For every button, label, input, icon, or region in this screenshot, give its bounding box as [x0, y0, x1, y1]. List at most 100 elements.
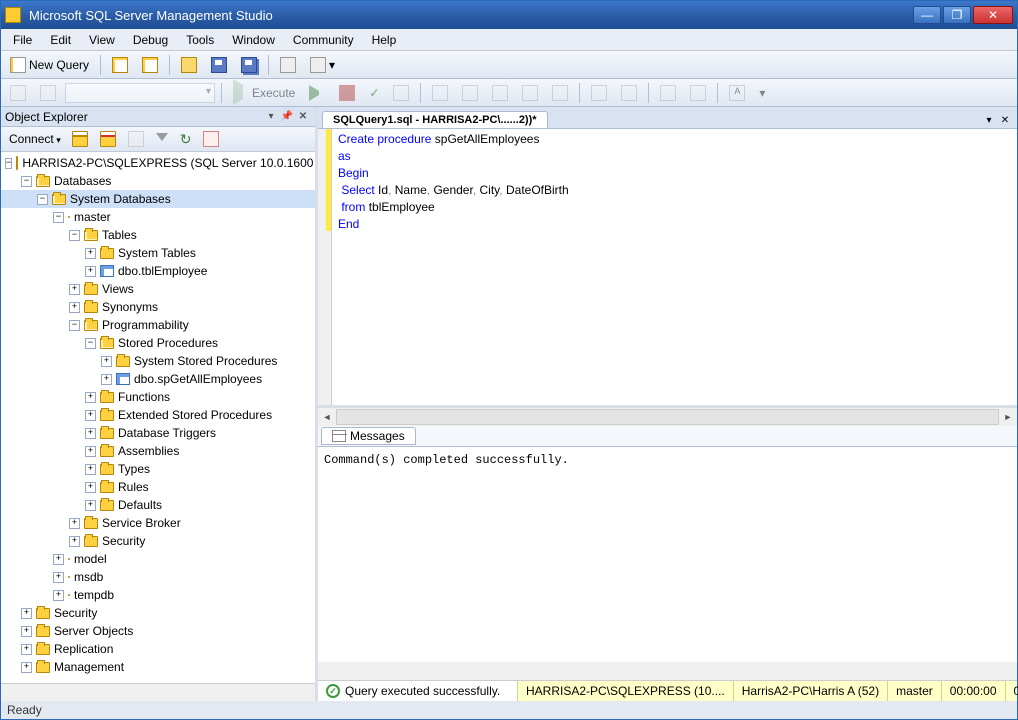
comment-button[interactable] [586, 82, 612, 104]
tree-db-triggers-node[interactable]: +Database Triggers [1, 424, 315, 442]
minimize-button[interactable]: — [913, 6, 941, 24]
tab-close-button[interactable]: ✕ [997, 112, 1013, 128]
connect-button[interactable]: Connect [5, 130, 65, 148]
tree-server-node[interactable]: −HARRISA2-PC\SQLEXPRESS (SQL Server 10.0… [1, 154, 315, 172]
stop-button[interactable] [334, 82, 360, 104]
disconnect-button[interactable] [35, 82, 61, 104]
open-file-button[interactable] [176, 54, 202, 76]
client-stats-button[interactable] [457, 82, 483, 104]
tree-system-databases-node[interactable]: −System Databases [1, 190, 315, 208]
specify-template-button[interactable]: A [724, 82, 750, 104]
tree-rules-node[interactable]: +Rules [1, 478, 315, 496]
change-connection-button[interactable] [5, 82, 31, 104]
save-button[interactable] [206, 54, 232, 76]
database-icon [68, 576, 70, 578]
menu-file[interactable]: File [5, 31, 40, 49]
activity-monitor-button[interactable] [275, 54, 301, 76]
menu-view[interactable]: View [81, 31, 123, 49]
exec-status-text: Query executed successfully. [345, 684, 500, 698]
oe-disconnect-button[interactable] [95, 128, 121, 150]
uncomment-button[interactable] [616, 82, 642, 104]
tree-tempdb-node[interactable]: +tempdb [1, 586, 315, 604]
tree-server-objects-node[interactable]: +Server Objects [1, 622, 315, 640]
tree-types-node[interactable]: +Types [1, 460, 315, 478]
results-text-button[interactable] [487, 82, 513, 104]
registered-servers-button[interactable]: ▾ [305, 54, 340, 76]
oe-stop-button[interactable] [123, 128, 149, 150]
query-status-bar: ✓ Query executed successfully. HARRISA2-… [318, 680, 1017, 701]
tree-defaults-node[interactable]: +Defaults [1, 496, 315, 514]
save-all-button[interactable] [236, 54, 262, 76]
editor-horizontal-scrollbar[interactable]: ◄► [318, 408, 1017, 426]
tree-label: Security [54, 606, 97, 620]
editor-tab[interactable]: SQLQuery1.sql - HARRISA2-PC\......2))* [322, 111, 548, 128]
menu-community[interactable]: Community [285, 31, 362, 49]
tree-msdb-node[interactable]: +msdb [1, 568, 315, 586]
new-project-list-button[interactable] [137, 54, 163, 76]
tree-service-broker-node[interactable]: +Service Broker [1, 514, 315, 532]
toolbar-options-button[interactable]: ▾ [754, 82, 770, 104]
execute-button[interactable]: Execute [228, 82, 300, 104]
messages-scrollbar[interactable] [318, 662, 1017, 680]
object-explorer-tree[interactable]: −HARRISA2-PC\SQLEXPRESS (SQL Server 10.0… [1, 152, 315, 683]
folder-icon [36, 644, 50, 655]
tree-assemblies-node[interactable]: +Assemblies [1, 442, 315, 460]
messages-tab[interactable]: Messages [321, 427, 416, 445]
tree-model-node[interactable]: +model [1, 550, 315, 568]
panel-dropdown-button[interactable]: ▾ [263, 109, 279, 125]
code-editor[interactable]: Create procedure spGetAllEmployees as Be… [318, 129, 1017, 408]
oe-horizontal-scrollbar[interactable] [1, 683, 315, 701]
success-icon: ✓ [326, 684, 340, 698]
maximize-button[interactable]: ❐ [943, 6, 971, 24]
tree-replication-node[interactable]: +Replication [1, 640, 315, 658]
oe-script-button[interactable] [198, 128, 224, 150]
menu-window[interactable]: Window [224, 31, 283, 49]
tree-spgetall-node[interactable]: +dbo.spGetAllEmployees [1, 370, 315, 388]
tree-synonyms-node[interactable]: +Synonyms [1, 298, 315, 316]
panel-pin-button[interactable]: 📌 [279, 109, 295, 125]
tree-master-node[interactable]: −master [1, 208, 315, 226]
outdent-button[interactable] [655, 82, 681, 104]
messages-body[interactable]: Command(s) completed successfully. [318, 447, 1017, 662]
tree-tblemployee-node[interactable]: +dbo.tblEmployee [1, 262, 315, 280]
parse-button[interactable]: ✓ [364, 82, 384, 104]
tree-label: Database Triggers [118, 426, 216, 440]
tree-databases-node[interactable]: −Databases [1, 172, 315, 190]
new-query-button[interactable]: New Query [5, 54, 94, 76]
menu-help[interactable]: Help [364, 31, 405, 49]
oe-connect-icon-button[interactable] [67, 128, 93, 150]
menu-tools[interactable]: Tools [178, 31, 222, 49]
new-project-button[interactable] [107, 54, 133, 76]
query-status-server: HARRISA2-PC\SQLEXPRESS (10.... [518, 681, 734, 701]
panel-close-button[interactable]: ✕ [295, 109, 311, 125]
results-grid-button[interactable] [517, 82, 543, 104]
menu-debug[interactable]: Debug [125, 31, 176, 49]
tab-list-button[interactable]: ▾ [981, 112, 997, 128]
database-icon [68, 558, 70, 560]
tree-sys-stored-procs-node[interactable]: +System Stored Procedures [1, 352, 315, 370]
tree-ext-procs-node[interactable]: +Extended Stored Procedures [1, 406, 315, 424]
include-plan-button[interactable] [427, 82, 453, 104]
tree-functions-node[interactable]: +Functions [1, 388, 315, 406]
close-button[interactable]: ✕ [973, 6, 1013, 24]
tree-management-node[interactable]: +Management [1, 658, 315, 676]
tree-stored-procedures-node[interactable]: −Stored Procedures [1, 334, 315, 352]
display-plan-button[interactable] [388, 82, 414, 104]
object-explorer-title: Object Explorer [5, 110, 88, 124]
tree-security-db-node[interactable]: +Security [1, 532, 315, 550]
debug-button[interactable] [304, 82, 330, 104]
tree-views-node[interactable]: +Views [1, 280, 315, 298]
plan-icon [393, 85, 409, 101]
oe-refresh-button[interactable]: ↻ [175, 128, 197, 150]
tree-system-tables-node[interactable]: +System Tables [1, 244, 315, 262]
oe-filter-button[interactable] [151, 128, 173, 150]
database-selector[interactable] [65, 83, 215, 103]
tree-programmability-node[interactable]: −Programmability [1, 316, 315, 334]
results-file-button[interactable] [547, 82, 573, 104]
menu-edit[interactable]: Edit [42, 31, 79, 49]
indent-button[interactable] [685, 82, 711, 104]
tree-tables-node[interactable]: −Tables [1, 226, 315, 244]
tree-security-node[interactable]: +Security [1, 604, 315, 622]
code-content[interactable]: Create procedure spGetAllEmployees as Be… [332, 129, 575, 405]
tree-label: model [74, 552, 107, 566]
